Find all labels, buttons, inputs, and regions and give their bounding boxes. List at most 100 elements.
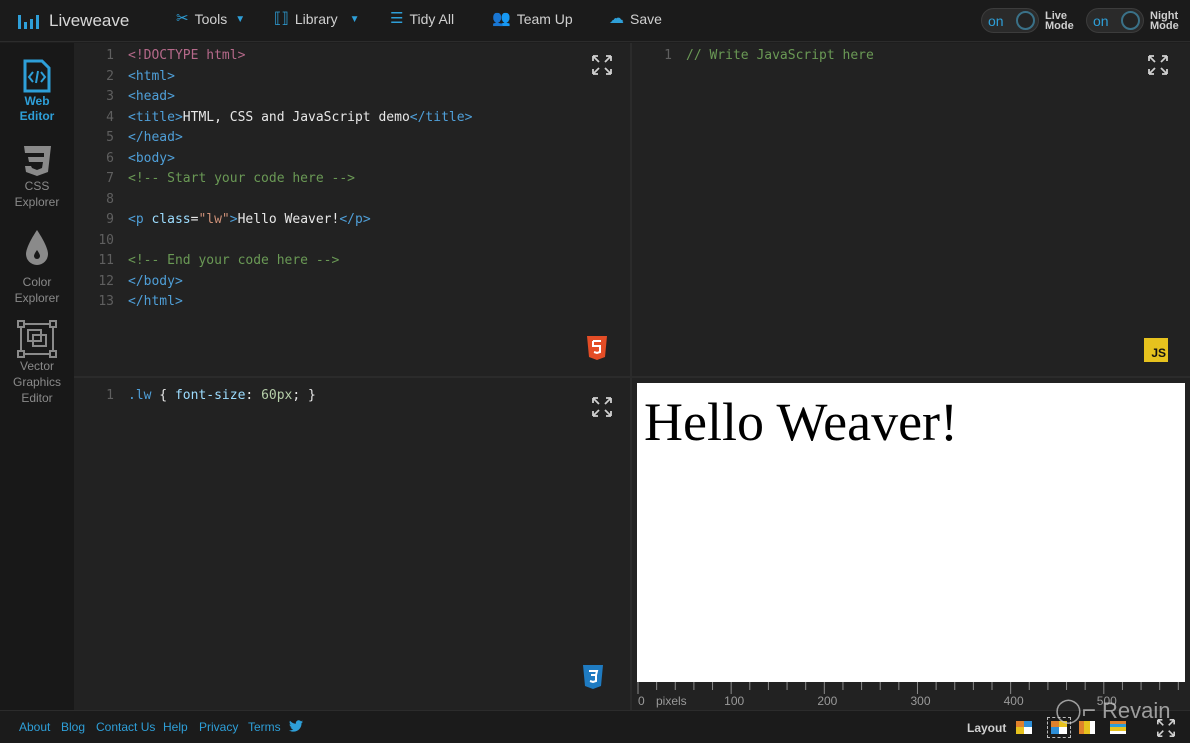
team-up-label: Team Up — [516, 11, 573, 27]
code-line[interactable]: 4 <title>HTML, CSS and JavaScript demo</t… — [86, 108, 472, 129]
code-token-tag: </title> — [409, 109, 473, 125]
sidebar-item-color-explorer[interactable]: Color Explorer — [0, 228, 74, 306]
expand-icon[interactable] — [1147, 54, 1169, 76]
line-number: 9 — [106, 212, 114, 227]
library-menu[interactable]: ⟦⟧ Library ▼ — [274, 10, 360, 28]
live-mode-toggle[interactable]: on — [981, 8, 1039, 33]
chevron-down-icon: ▼ — [349, 13, 360, 25]
code-token-text: ; } — [292, 388, 316, 403]
app-name: Liveweave — [49, 11, 130, 30]
ruler-tick-label: 300 — [910, 694, 931, 708]
save-label: Save — [630, 11, 662, 27]
html5-badge-icon — [587, 336, 607, 360]
line-number: 1 — [106, 48, 114, 63]
preview-text: Hello Weaver! — [644, 392, 959, 452]
line-number: 2 — [106, 68, 114, 84]
code-line[interactable]: 1 <!DOCTYPE html> — [86, 46, 472, 67]
tidy-all-button[interactable]: ☰ Tidy All — [390, 11, 454, 28]
code-token-str: "lw" — [198, 212, 230, 227]
js-badge-icon: JS — [1144, 338, 1168, 362]
sidebar-item-vector-graphics-editor[interactable]: Vector Graphics Editor — [0, 320, 74, 406]
code-token-tag: </html> — [128, 294, 183, 309]
code-token-attr: class — [151, 212, 191, 227]
line-number: 3 — [106, 89, 114, 104]
footer-link-terms[interactable]: Terms — [248, 720, 281, 734]
live-mode-label: Live Mode — [1045, 9, 1074, 32]
night-mode-toggle[interactable]: on — [1086, 8, 1144, 33]
layout-option-1[interactable] — [1016, 721, 1032, 734]
night-mode-state: on — [1093, 13, 1109, 29]
code-line[interactable]: 13 </html> — [86, 292, 472, 313]
code-token-text: { — [151, 388, 175, 403]
line-number: 11 — [98, 253, 114, 268]
line-number: 10 — [98, 232, 114, 248]
library-label: Library — [294, 11, 338, 27]
code-token-comment: <!-- Start your code here --> — [128, 171, 355, 186]
code-line[interactable]: 12 </body> — [86, 272, 472, 293]
code-token-doctype: <!DOCTYPE html> — [128, 48, 246, 63]
code-token-tag: <head> — [128, 89, 175, 104]
footer-link-contact[interactable]: Contact Us — [96, 720, 155, 734]
code-line[interactable]: 5 </head> — [86, 128, 472, 149]
line-number: 1 — [106, 388, 114, 403]
horizontal-splitter[interactable] — [74, 376, 1190, 378]
code-token-tag: </body> — [128, 273, 183, 289]
code-line[interactable]: 3 <head> — [86, 87, 472, 108]
code-line[interactable]: 2 <html> — [86, 67, 472, 88]
css3-icon — [24, 146, 51, 176]
code-line[interactable]: 1 .lw { font-size: 60px; } — [86, 386, 316, 407]
footer-link-privacy[interactable]: Privacy — [199, 720, 238, 734]
sidebar-item-css-explorer[interactable]: CSS Explorer — [0, 144, 74, 210]
line-number: 12 — [98, 273, 114, 289]
app-logo[interactable]: Liveweave — [18, 9, 129, 33]
line-number: 6 — [106, 150, 114, 166]
toggle-knob — [1121, 11, 1140, 30]
layout-label: Layout — [967, 721, 1007, 735]
ruler-tick-label: 200 — [817, 694, 838, 708]
js-editor-pane[interactable]: 1 // Write JavaScript here JS — [632, 43, 1190, 376]
code-line[interactable]: 8 — [86, 190, 472, 211]
expand-icon[interactable] — [591, 54, 613, 76]
tools-menu[interactable]: ✂ Tools ▼ — [176, 10, 246, 28]
css-code-editor[interactable]: 1 .lw { font-size: 60px; } — [86, 386, 316, 407]
html-editor-pane[interactable]: 1 <!DOCTYPE html> 2 <html> 3 <head> 4 <title>HT… — [74, 43, 630, 376]
ruler-tick-label: 100 — [724, 694, 745, 708]
js-code-editor[interactable]: 1 // Write JavaScript here — [644, 46, 874, 67]
twitter-icon[interactable] — [289, 720, 303, 732]
code-token-num: 60px — [261, 388, 293, 403]
code-line[interactable]: 10 — [86, 231, 472, 252]
footer-link-blog[interactable]: Blog — [61, 720, 85, 734]
sidebar-item-web-editor[interactable]: Web Editor — [0, 59, 74, 124]
code-line[interactable]: 6 <body> — [86, 149, 472, 170]
code-token-tag: </p> — [339, 212, 371, 227]
code-token-text: HTML, CSS and JavaScript demo — [182, 109, 410, 125]
line-number: 1 — [664, 48, 672, 63]
liveweave-logo-icon — [18, 13, 39, 29]
code-line[interactable]: 9 <p class="lw">Hello Weaver!</p> — [86, 210, 472, 231]
code-line[interactable]: 7 <!-- Start your code here --> — [86, 169, 472, 190]
footer-link-about[interactable]: About — [19, 720, 50, 734]
tools-icon: ✂ — [176, 10, 189, 27]
code-line[interactable]: 1 // Write JavaScript here — [644, 46, 874, 67]
library-icon: ⟦⟧ — [274, 10, 289, 27]
ruler-tick-label: 0 — [638, 694, 645, 708]
save-button[interactable]: ☁ Save — [609, 11, 662, 28]
tools-label: Tools — [194, 11, 228, 27]
team-up-button[interactable]: 👥 Team Up — [492, 10, 573, 28]
line-number: 4 — [106, 109, 114, 125]
live-mode-state: on — [988, 13, 1004, 29]
expand-icon[interactable] — [591, 396, 613, 418]
team-icon: 👥 — [492, 10, 511, 27]
html-code-editor[interactable]: 1 <!DOCTYPE html> 2 <html> 3 <head> 4 <title>HT… — [86, 46, 472, 313]
code-token-text: Hello Weaver! — [237, 212, 340, 227]
footer-link-help[interactable]: Help — [163, 720, 188, 734]
revain-watermark: ◯⌐ Revain — [1055, 697, 1171, 724]
code-line[interactable]: 11 <!-- End your code here --> — [86, 251, 472, 272]
ruler-tick-label: 400 — [1003, 694, 1024, 708]
code-token-text: : — [245, 388, 262, 403]
line-number: 7 — [106, 171, 114, 186]
css-editor-pane[interactable]: 1 .lw { font-size: 60px; } — [74, 378, 630, 710]
code-token-tag: <html> — [128, 68, 175, 84]
chevron-down-icon: ▼ — [235, 13, 246, 25]
code-token-sel: .lw — [128, 388, 152, 403]
